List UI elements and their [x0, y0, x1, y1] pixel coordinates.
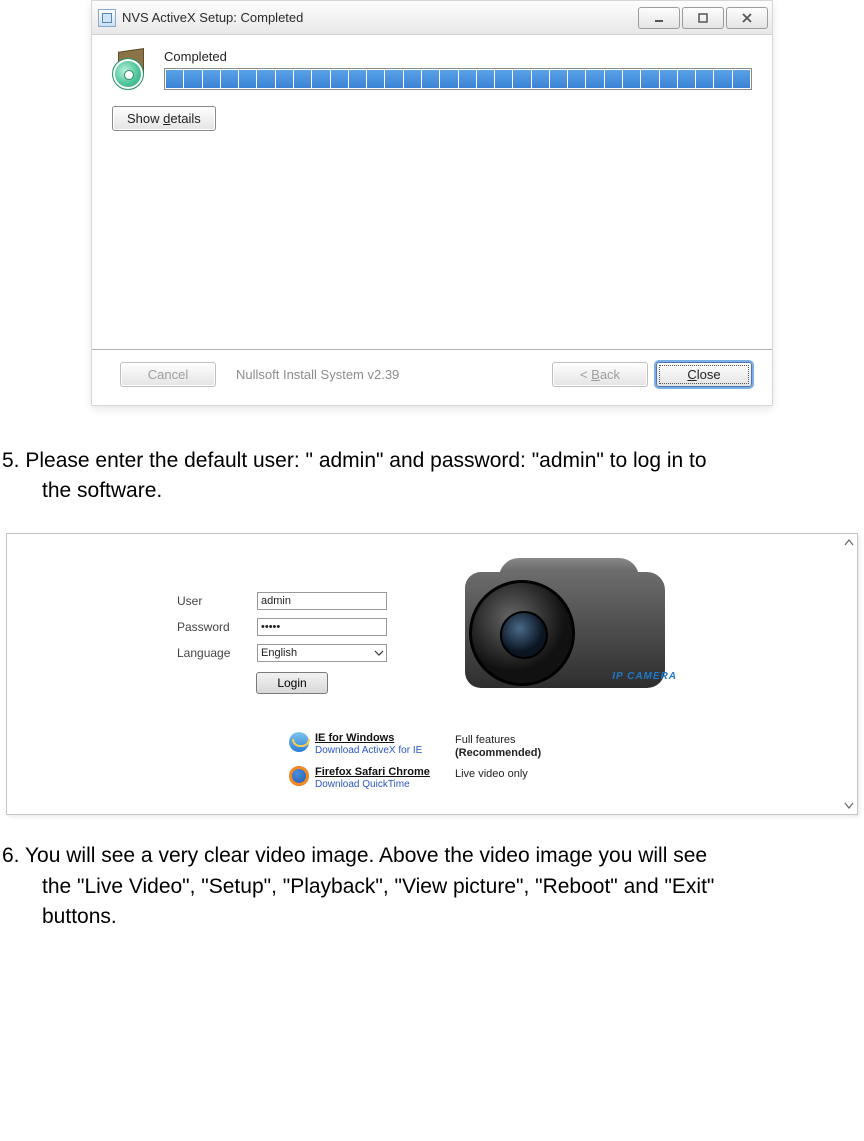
step-6-line2: the "Live Video", "Setup", "Playback", "…: [2, 872, 862, 902]
step-6-line3: buttons.: [2, 902, 862, 932]
language-label: Language: [177, 646, 257, 660]
password-input[interactable]: [257, 618, 387, 636]
ff-link[interactable]: Firefox Safari Chrome: [315, 766, 455, 779]
cancel-button: Cancel: [120, 362, 216, 387]
ie-download-row: IE for Windows Download ActiveX for IE F…: [289, 732, 575, 760]
ie-desc1: Full features: [455, 734, 516, 746]
login-form: User Password Language English Login: [177, 552, 407, 712]
ie-sublink[interactable]: Download ActiveX for IE: [315, 745, 455, 756]
user-input[interactable]: [257, 592, 387, 610]
language-value: English: [261, 647, 297, 659]
maximize-button[interactable]: [682, 7, 724, 29]
step-5-line1: 5. Please enter the default user: " admi…: [2, 446, 862, 476]
ie-link[interactable]: IE for Windows: [315, 732, 455, 745]
setup-disc-icon: [112, 50, 154, 90]
installer-branding: Nullsoft Install System v2.39: [236, 367, 399, 382]
download-links-area: IE for Windows Download ActiveX for IE F…: [25, 732, 839, 797]
ie-desc2: (Recommended): [455, 747, 541, 759]
user-label: User: [177, 594, 257, 608]
window-title: NVS ActiveX Setup: Completed: [122, 10, 636, 25]
step-5-line2: the software.: [2, 476, 862, 506]
chevron-down-icon: [374, 648, 384, 658]
completed-label: Completed: [164, 49, 752, 64]
language-select[interactable]: English: [257, 644, 387, 662]
titlebar: NVS ActiveX Setup: Completed: [92, 1, 772, 35]
login-screenshot: User Password Language English Login: [6, 533, 858, 816]
back-button: < Back: [552, 362, 648, 387]
firefox-download-row: Firefox Safari Chrome Download QuickTime…: [289, 766, 575, 790]
scroll-up-arrow-icon[interactable]: [843, 537, 855, 549]
installer-icon: [98, 9, 116, 27]
ie-icon: [289, 732, 309, 752]
minimize-button[interactable]: [638, 7, 680, 29]
step-6-line1: 6. You will see a very clear video image…: [2, 841, 862, 871]
camera-brand-label: IP CAMERA: [612, 671, 677, 682]
ff-sublink[interactable]: Download QuickTime: [315, 779, 455, 790]
dialog-body: Completed Show details Cancel Nullsoft I…: [92, 35, 772, 405]
dialog-content-area: [92, 139, 772, 350]
close-button[interactable]: Close: [656, 362, 752, 387]
scroll-down-arrow-icon[interactable]: [843, 799, 855, 811]
password-label: Password: [177, 620, 257, 634]
camera-lens-icon: [469, 580, 575, 686]
step-6-text: 6. You will see a very clear video image…: [0, 815, 864, 936]
ff-desc: Live video only: [455, 768, 528, 780]
show-details-button[interactable]: Show details: [112, 106, 216, 131]
step-5-text: 5. Please enter the default user: " admi…: [0, 446, 864, 533]
login-button[interactable]: Login: [256, 672, 327, 694]
installer-dialog: NVS ActiveX Setup: Completed Completed: [91, 0, 773, 406]
firefox-icon: [289, 766, 309, 786]
camera-image: IP CAMERA: [457, 552, 687, 712]
progress-bar: [164, 68, 752, 90]
close-window-button[interactable]: [726, 7, 768, 29]
window-controls: [636, 7, 768, 29]
dialog-footer: Cancel Nullsoft Install System v2.39 < B…: [112, 358, 752, 387]
